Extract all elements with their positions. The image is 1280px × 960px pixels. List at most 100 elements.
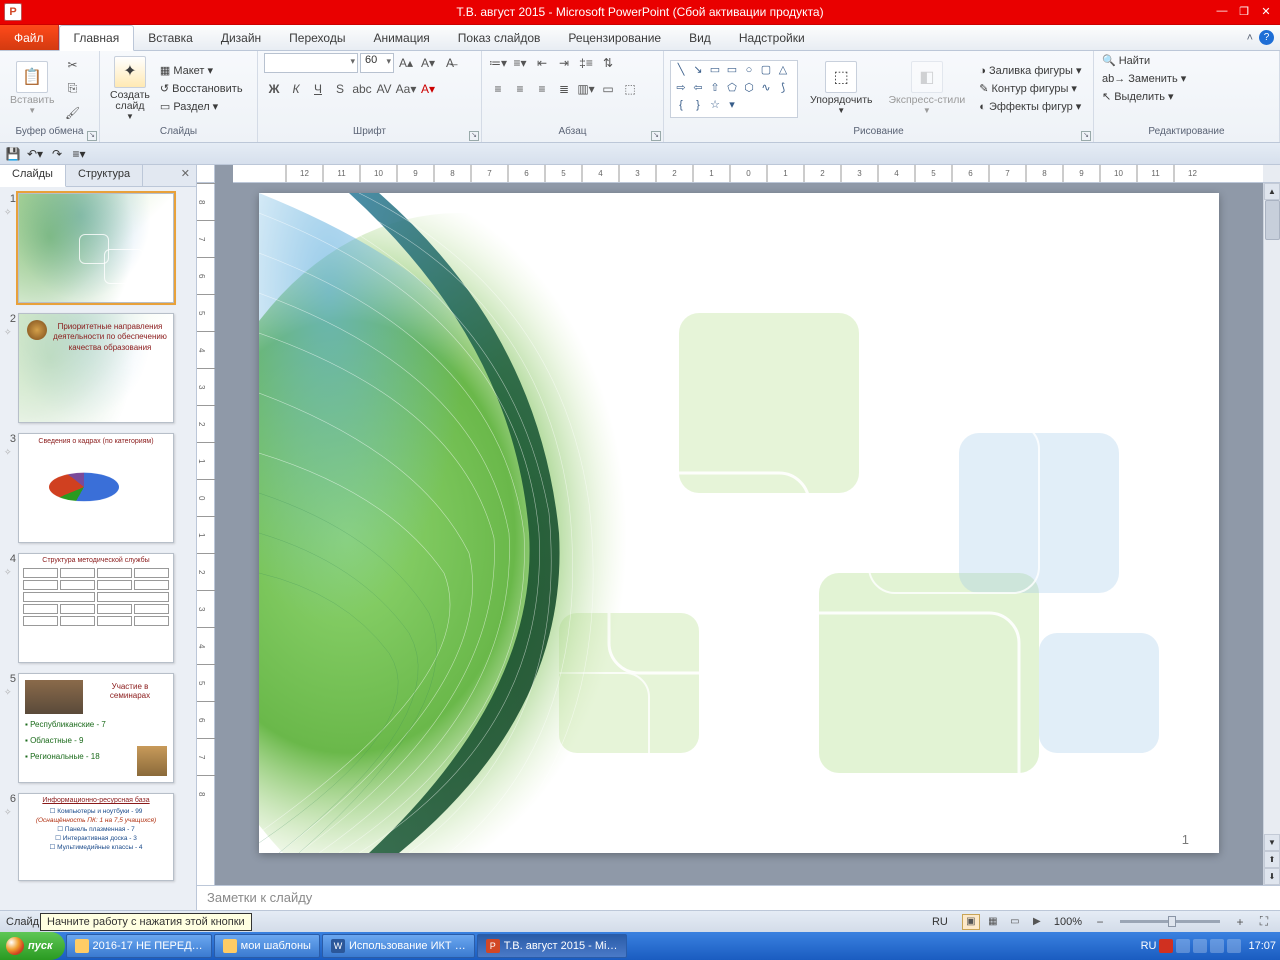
hex-icon[interactable]: ⬡ [741, 80, 757, 94]
bold-button[interactable]: Ж [264, 79, 284, 99]
help-icon[interactable]: ? [1259, 30, 1274, 45]
copy-button[interactable]: ⎘ [63, 79, 83, 99]
scroll-thumb[interactable] [1265, 200, 1280, 240]
quick-styles-button[interactable]: ◧ Экспресс-стили▼ [884, 59, 969, 117]
dialog-launcher[interactable]: ↘ [469, 131, 479, 141]
close-button[interactable]: ✕ [1258, 5, 1274, 19]
tab-insert[interactable]: Вставка [134, 25, 207, 50]
thumbnail[interactable]: Приоритетные направления деятельности по… [18, 313, 174, 423]
zoom-slider[interactable] [1120, 920, 1220, 923]
font-name-combo[interactable] [264, 53, 358, 73]
indent-dec-button[interactable]: ⇤ [532, 53, 552, 73]
shape-effects-button[interactable]: ◐ Эффекты фигур ▾ [977, 99, 1083, 114]
save-button[interactable]: 💾 [4, 145, 22, 163]
arrange-button[interactable]: ⬚ Упорядочить▼ [806, 59, 876, 117]
rrect-icon[interactable]: ▢ [758, 63, 774, 77]
start-button[interactable]: пуск [0, 932, 65, 960]
scroll-down-button[interactable]: ▼ [1264, 834, 1280, 851]
reading-view-button[interactable]: ▭ [1006, 914, 1024, 930]
tab-view[interactable]: Вид [675, 25, 725, 50]
tab-design[interactable]: Дизайн [207, 25, 275, 50]
more-shapes-icon[interactable]: ▾ [724, 98, 740, 112]
find-button[interactable]: 🔍 Найти [1100, 53, 1152, 68]
rect2-icon[interactable]: ▭ [724, 63, 740, 77]
font-color-button[interactable]: A▾ [418, 79, 438, 99]
notes-pane[interactable]: Заметки к слайду [197, 885, 1280, 910]
select-button[interactable]: ↖ Выделить ▾ [1100, 89, 1176, 104]
dialog-launcher[interactable]: ↘ [1081, 131, 1091, 141]
prev-slide-button[interactable]: ⬆ [1264, 851, 1280, 868]
tray-icon[interactable] [1193, 939, 1207, 953]
reset-button[interactable]: ↺ Восстановить [158, 81, 245, 96]
tab-addins[interactable]: Надстройки [725, 25, 819, 50]
penta-icon[interactable]: ⬠ [724, 80, 740, 94]
justify-button[interactable]: ≣ [554, 79, 574, 99]
restore-button[interactable]: ❐ [1236, 5, 1252, 19]
thumbnail[interactable]: Участие в семинарах ▪ Республиканские - … [18, 673, 174, 783]
dialog-launcher[interactable]: ↘ [87, 131, 97, 141]
thumbnail[interactable] [18, 193, 174, 303]
taskbar-item[interactable]: PТ.В. август 2015 - Mi… [477, 934, 627, 958]
grow-font-button[interactable]: A▴ [396, 53, 416, 73]
align-left-button[interactable]: ≡ [488, 79, 508, 99]
oval-icon[interactable]: ○ [741, 63, 757, 77]
rect-icon[interactable]: ▭ [707, 63, 723, 77]
bullets-button[interactable]: ≔▾ [488, 53, 508, 73]
section-button[interactable]: ▭ Раздел ▾ [158, 99, 245, 114]
case-button[interactable]: Aa▾ [396, 79, 416, 99]
curve2-icon[interactable]: ⟆ [775, 80, 791, 94]
tab-home[interactable]: Главная [59, 25, 135, 51]
tab-animation[interactable]: Анимация [359, 25, 443, 50]
arrow3-icon[interactable]: ⇦ [690, 80, 706, 94]
indent-inc-button[interactable]: ⇥ [554, 53, 574, 73]
numbering-button[interactable]: ≡▾ [510, 53, 530, 73]
taskbar-item[interactable]: 2016-17 НЕ ПЕРЕД… [66, 934, 212, 958]
slide[interactable]: 1 [259, 193, 1219, 853]
smartart-button[interactable]: ⬚ [620, 79, 640, 99]
outline-tab[interactable]: Структура [66, 165, 143, 186]
strike-button[interactable]: S [330, 79, 350, 99]
redo-button[interactable]: ↷ [48, 145, 66, 163]
align-right-button[interactable]: ≡ [532, 79, 552, 99]
cut-button[interactable]: ✂ [63, 55, 83, 75]
thumbnail[interactable]: Структура методической службы [18, 553, 174, 663]
fit-button[interactable]: ⛶ [1254, 912, 1274, 932]
ribbon-min-icon[interactable]: ˄ [1247, 32, 1253, 44]
zoom-handle[interactable] [1168, 916, 1176, 927]
shapes-gallery[interactable]: ╲ ↘ ▭ ▭ ○ ▢ △ ⇨ ⇦ ⇧ ⬠ ⬡ ∿ ⟆ { } ☆ ▾ [670, 60, 798, 118]
vertical-scrollbar[interactable]: ▲ ▼ ⬆ ⬇ [1263, 183, 1280, 885]
shape-fill-button[interactable]: ◑ Заливка фигуры ▾ [977, 63, 1083, 78]
tab-slideshow[interactable]: Показ слайдов [444, 25, 555, 50]
tray-icon[interactable] [1159, 939, 1173, 953]
tray-icon[interactable] [1227, 939, 1241, 953]
curve-icon[interactable]: ∿ [758, 80, 774, 94]
format-painter-button[interactable]: 🖌 [63, 103, 83, 123]
thumbnail[interactable]: Сведения о кадрах (по категориям) [18, 433, 174, 543]
slide-canvas[interactable]: 1 [215, 183, 1263, 885]
slides-tab[interactable]: Слайды [0, 165, 66, 187]
tab-review[interactable]: Рецензирование [554, 25, 675, 50]
scroll-up-button[interactable]: ▲ [1264, 183, 1280, 200]
zoom-in-button[interactable]: + [1230, 912, 1250, 932]
minimize-button[interactable]: ― [1214, 5, 1230, 19]
font-size-combo[interactable]: 60 [360, 53, 394, 73]
tray-clock[interactable]: 17:07 [1248, 940, 1276, 952]
tray-icon[interactable] [1176, 939, 1190, 953]
line-spacing-button[interactable]: ‡≡ [576, 53, 596, 73]
arrow-icon[interactable]: ↘ [690, 63, 706, 77]
shadow-button[interactable]: abc [352, 79, 372, 99]
text-direction-button[interactable]: ⇅ [598, 53, 618, 73]
dialog-launcher[interactable]: ↘ [651, 131, 661, 141]
lang-indicator[interactable]: RU [932, 916, 948, 928]
clear-format-button[interactable]: A̶ [440, 53, 460, 73]
taskbar-item[interactable]: мои шаблоны [214, 934, 320, 958]
tri-icon[interactable]: △ [775, 63, 791, 77]
slideshow-view-button[interactable]: ▶ [1028, 914, 1046, 930]
paste-button[interactable]: 📋 Вставить ▼ [6, 59, 59, 117]
shrink-font-button[interactable]: A▾ [418, 53, 438, 73]
line-icon[interactable]: ╲ [673, 63, 689, 77]
shape-outline-button[interactable]: ✎ Контур фигуры ▾ [977, 81, 1083, 96]
tray-lang[interactable]: RU [1141, 940, 1157, 952]
underline-button[interactable]: Ч [308, 79, 328, 99]
undo-button[interactable]: ↶▾ [26, 145, 44, 163]
